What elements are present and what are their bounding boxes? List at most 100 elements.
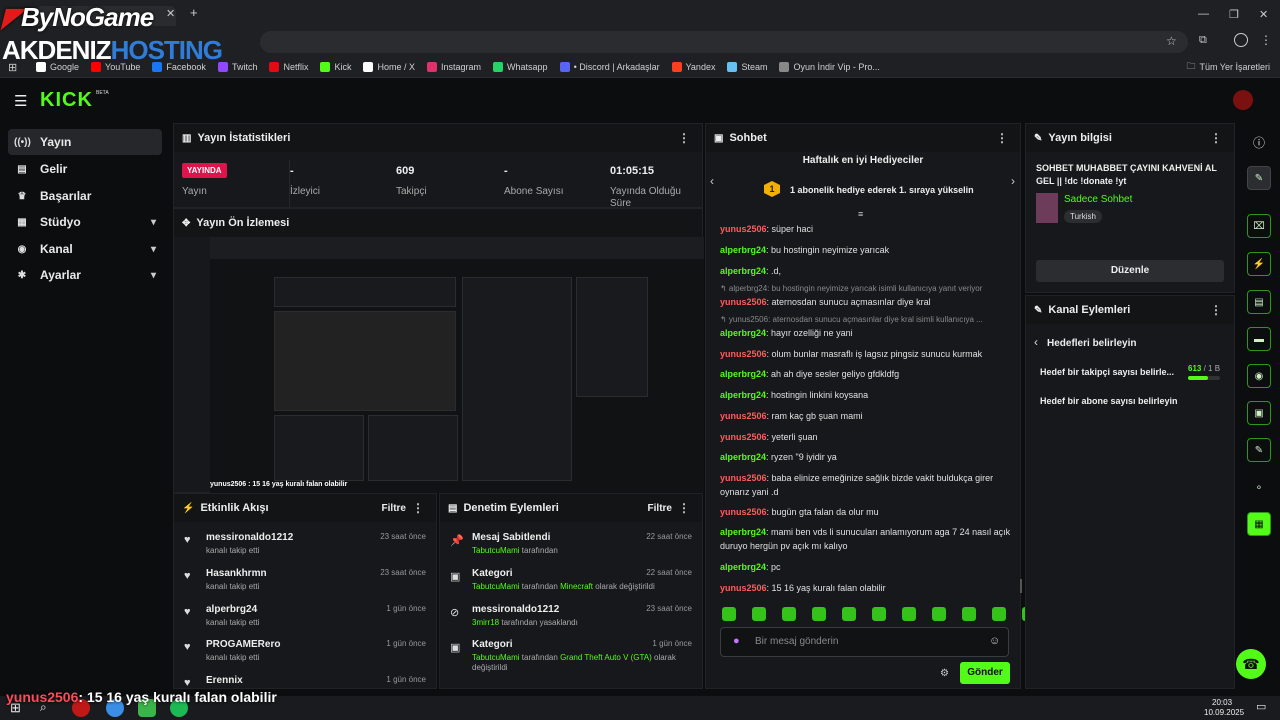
nested-stats [274, 277, 456, 307]
chat-username[interactable]: yunus2506 [720, 349, 767, 359]
more-icon[interactable]: ⋮ [678, 131, 690, 145]
send-button[interactable]: Gönder [960, 662, 1010, 684]
new-tab-icon[interactable]: + [190, 5, 198, 20]
sidebar-item-kanal[interactable]: ◉ Kanal ▾ [8, 236, 162, 262]
emote-icon[interactable] [752, 607, 766, 621]
lightning-icon[interactable]: ⚡ [1247, 252, 1271, 276]
chevron-left-icon[interactable]: ‹ [1034, 335, 1038, 349]
chevron-left-icon[interactable]: ‹ [710, 174, 714, 188]
chat-scrollbar[interactable] [1020, 579, 1022, 593]
minimize-icon[interactable]: — [1198, 8, 1209, 20]
category-link[interactable]: Sadece Sohbet [1064, 194, 1132, 205]
bookmark-discord[interactable]: • Discord | Arkadaşlar [559, 61, 660, 72]
collapse-icon[interactable]: ≡ [858, 209, 863, 219]
clapper-icon[interactable]: ▦ [1247, 512, 1271, 536]
edit-button[interactable]: Düzenle [1036, 260, 1224, 282]
chat-username[interactable]: alperbrg24 [720, 527, 766, 537]
info-icon[interactable]: ⓘ [1253, 134, 1265, 151]
chat-username[interactable]: yunus2506 [720, 473, 767, 483]
emote-icon[interactable] [992, 607, 1006, 621]
star-icon[interactable]: ☆ [1166, 34, 1177, 48]
emote-icon[interactable] [842, 607, 856, 621]
chat-username[interactable]: alperbrg24 [720, 328, 766, 338]
revenue-icon: ▤ [17, 163, 27, 175]
gear-icon[interactable]: ⚙ [940, 668, 949, 679]
more-icon[interactable]: ⋮ [1210, 303, 1222, 317]
all-bookmarks[interactable]: 🗀 Tüm Yer İşaretleri [1186, 59, 1270, 75]
more-icon[interactable]: ⋮ [678, 501, 690, 515]
bookmark-kick[interactable]: Kick [320, 61, 351, 72]
kick-logo[interactable]: KICK [40, 89, 93, 112]
sidebar-item-studyo[interactable]: ▦ Stüdyo ▾ [8, 209, 162, 235]
emote-icon[interactable] [932, 607, 946, 621]
emoji-icon[interactable]: ☺ [989, 635, 1000, 647]
share-icon[interactable]: ⚬ [1247, 476, 1271, 500]
bookmark-oyun[interactable]: Oyun İndir Vip - Pro... [779, 61, 880, 72]
more-icon[interactable]: ⋮ [412, 501, 424, 515]
message-icon[interactable]: ▬ [1247, 327, 1271, 351]
emote-icon[interactable] [812, 607, 826, 621]
sidebar-item-basarilar[interactable]: ♛ Başarılar [8, 183, 162, 209]
bookmark-steam[interactable]: Steam [727, 61, 767, 72]
profile-icon[interactable] [1234, 33, 1248, 47]
microphone-icon[interactable]: ● [733, 635, 740, 647]
bookmark-netflix[interactable]: Netflix [269, 61, 308, 72]
emote-icon[interactable] [722, 607, 736, 621]
chat-username[interactable]: alperbrg24 [720, 245, 766, 255]
hamburger-icon[interactable]: ☰ [14, 92, 27, 110]
chat-input[interactable]: ● Bir mesaj gönderin ☺ [720, 627, 1009, 657]
sidebar-item-gelir[interactable]: ▤ Gelir [8, 156, 162, 182]
restore-icon[interactable]: ❐ [1229, 8, 1239, 21]
edit-pencil-icon[interactable]: ✎ [1247, 166, 1271, 190]
tag-badge[interactable]: Turkish [1064, 210, 1102, 223]
more-icon[interactable]: ⋮ [1210, 131, 1222, 145]
chat-username[interactable]: alperbrg24 [720, 369, 766, 379]
bookmark-whatsapp[interactable]: Whatsapp [493, 61, 548, 72]
goal-progress-track [1188, 376, 1220, 380]
menu-icon[interactable]: ⋮ [1260, 33, 1272, 47]
chevron-right-icon[interactable]: › [1011, 174, 1015, 188]
tool-icon[interactable]: ✎ [1247, 438, 1271, 462]
emote-icon[interactable] [872, 607, 886, 621]
category-icon: ▣ [450, 642, 461, 654]
goals-title[interactable]: Hedefleri belirleyin [1047, 338, 1136, 349]
address-bar[interactable] [260, 31, 1188, 53]
bookmark-twitch[interactable]: Twitch [217, 61, 257, 72]
chat-username[interactable]: yunus2506 [720, 507, 767, 517]
stream-preview-video[interactable]: yunus2506 : 15 16 yaş kuralı falan olabi… [210, 237, 704, 493]
window-close-icon[interactable]: ✕ [1259, 8, 1268, 21]
chat-username[interactable]: yunus2506 [720, 297, 767, 307]
clip-icon[interactable]: ⌧ [1247, 214, 1271, 238]
chat-username[interactable]: yunus2506 [720, 224, 767, 234]
extensions-icon[interactable]: ⧉ [1199, 34, 1207, 47]
bookmark-instagram[interactable]: Instagram [427, 61, 481, 72]
live-badge: YAYINDA [182, 163, 227, 178]
sidebar-item-ayarlar[interactable]: ✱ Ayarlar ▾ [8, 262, 162, 288]
clipboard-icon[interactable]: ▤ [1247, 290, 1271, 314]
moderation-filter-button[interactable]: Filtre [648, 503, 672, 514]
goal-follower[interactable]: Hedef bir takipçi sayısı belirle... [1040, 367, 1174, 377]
emote-icon[interactable] [902, 607, 916, 621]
broadcast-icon[interactable]: ◉ [1247, 364, 1271, 388]
chat-username[interactable]: alperbrg24 [720, 452, 766, 462]
bookmark-x[interactable]: Home / X [363, 61, 415, 72]
chat-username[interactable]: yunus2506 [720, 583, 767, 593]
chat-username[interactable]: alperbrg24 [720, 390, 766, 400]
support-icon[interactable]: ☎ [1236, 649, 1266, 679]
more-icon[interactable]: ⋮ [996, 131, 1008, 145]
emote-icon[interactable] [962, 607, 976, 621]
sidebar-item-yayin[interactable]: ((•)) Yayın [8, 129, 162, 155]
close-tab-icon[interactable]: ✕ [166, 7, 175, 20]
activity-filter-button[interactable]: Filtre [382, 503, 406, 514]
goal-subscriber[interactable]: Hedef bir abone sayısı belirleyin [1040, 396, 1178, 406]
chat-text: : 15 16 yaş kuralı falan olabilir [766, 583, 886, 593]
emote-icon[interactable] [782, 607, 796, 621]
chat-username[interactable]: yunus2506 [720, 411, 767, 421]
chat-username[interactable]: yunus2506 [720, 432, 767, 442]
notification-icon[interactable]: ▭ [1256, 700, 1266, 713]
chat-username[interactable]: alperbrg24 [720, 266, 766, 276]
avatar[interactable] [1233, 90, 1253, 110]
bookmark-yandex[interactable]: Yandex [671, 61, 715, 72]
save-icon[interactable]: ▣ [1247, 401, 1271, 425]
chat-username[interactable]: alperbrg24 [720, 562, 766, 572]
